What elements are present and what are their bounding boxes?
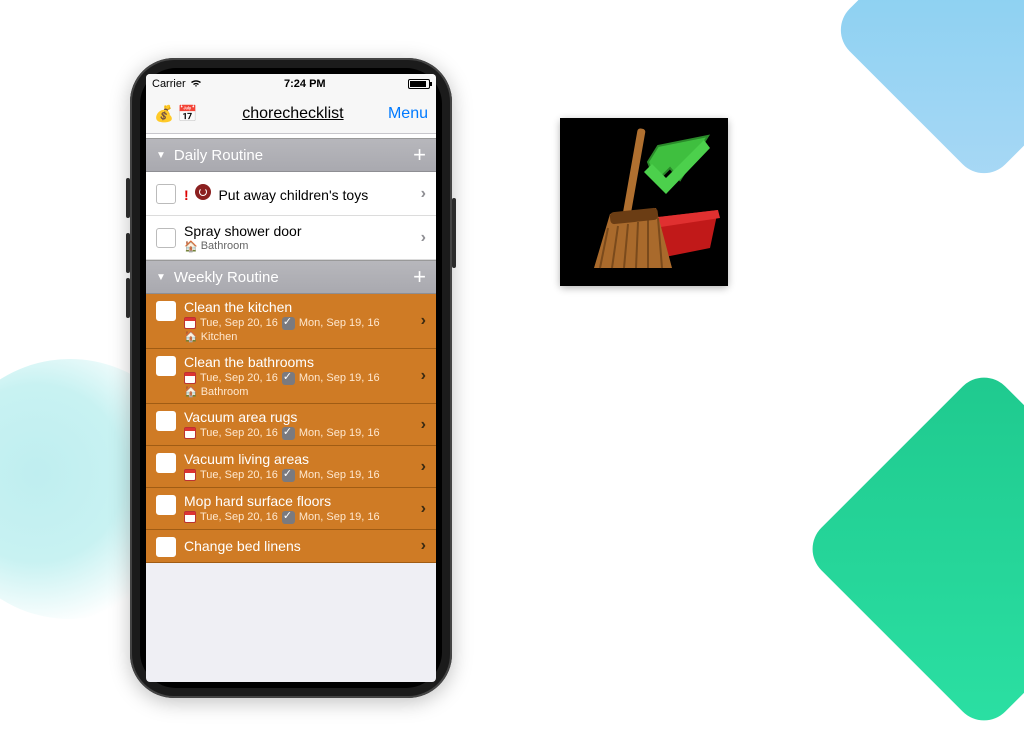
decorative-blob <box>828 0 1024 186</box>
chevron-right-icon: › <box>421 185 426 203</box>
task-title: Clean the kitchen <box>184 299 421 315</box>
task-done-date: Mon, Sep 19, 16 <box>299 371 380 385</box>
task-room: Bathroom <box>201 386 249 398</box>
section-header-daily[interactable]: ▼ Daily Routine + <box>146 138 436 172</box>
section-title: Weekly Routine <box>174 269 279 286</box>
alarm-icon <box>195 184 211 200</box>
chevron-right-icon: › <box>421 458 426 476</box>
room-icon: 🏠 <box>184 240 198 253</box>
app-icon <box>560 118 728 286</box>
task-row[interactable]: ! Put away children's toys › <box>146 172 436 216</box>
collapse-triangle-icon: ▼ <box>156 150 166 161</box>
app-navbar: 💰 📅 chorechecklist Menu <box>146 94 436 134</box>
task-due-date: Tue, Sep 20, 16 <box>200 510 278 524</box>
calendar-icon <box>184 317 196 329</box>
calendar-icon <box>184 469 196 481</box>
app-title[interactable]: chorechecklist <box>198 105 388 123</box>
chevron-right-icon: › <box>421 367 426 385</box>
add-task-button[interactable]: + <box>413 264 426 290</box>
done-check-icon <box>282 469 295 482</box>
task-checkbox[interactable] <box>156 411 176 431</box>
chevron-right-icon: › <box>421 312 426 330</box>
priority-icon: ! <box>184 187 189 203</box>
done-check-icon <box>282 317 295 330</box>
task-checkbox[interactable] <box>156 356 176 376</box>
calendar-icon <box>184 372 196 384</box>
room-icon: 🏠 <box>184 385 198 398</box>
task-title: Clean the bathrooms <box>184 354 421 370</box>
done-check-icon <box>282 427 295 440</box>
chevron-right-icon: › <box>421 229 426 247</box>
task-checkbox[interactable] <box>156 228 176 248</box>
chevron-right-icon: › <box>421 416 426 434</box>
status-bar: Carrier 7:24 PM <box>146 74 436 94</box>
task-row[interactable]: Vacuum living areas Tue, Sep 20, 16 Mon,… <box>146 446 436 488</box>
room-icon: 🏠 <box>184 330 198 343</box>
task-row[interactable]: Spray shower door 🏠 Bathroom › <box>146 216 436 260</box>
task-title: Vacuum area rugs <box>184 409 421 425</box>
task-title: Change bed linens <box>184 538 421 554</box>
task-row[interactable]: Change bed linens › <box>146 530 436 563</box>
task-due-date: Tue, Sep 20, 16 <box>200 371 278 385</box>
task-checkbox[interactable] <box>156 495 176 515</box>
task-due-date: Tue, Sep 20, 16 <box>200 316 278 330</box>
task-checkbox[interactable] <box>156 453 176 473</box>
add-task-button[interactable]: + <box>413 142 426 168</box>
calendar-icon <box>184 427 196 439</box>
task-room: Kitchen <box>201 331 238 343</box>
battery-icon <box>408 79 430 89</box>
money-bag-icon[interactable]: 💰 <box>154 104 174 124</box>
task-checkbox[interactable] <box>156 301 176 321</box>
task-done-date: Mon, Sep 19, 16 <box>299 468 380 482</box>
collapse-triangle-icon: ▼ <box>156 272 166 283</box>
task-row[interactable]: Clean the bathrooms Tue, Sep 20, 16 Mon,… <box>146 349 436 404</box>
calendar-icon[interactable]: 📅 <box>178 104 198 124</box>
decorative-blob <box>800 365 1024 733</box>
wifi-icon <box>190 78 202 91</box>
task-done-date: Mon, Sep 19, 16 <box>299 316 380 330</box>
carrier-label: Carrier <box>152 78 186 90</box>
task-due-date: Tue, Sep 20, 16 <box>200 426 278 440</box>
task-checkbox[interactable] <box>156 184 176 204</box>
task-row[interactable]: Clean the kitchen Tue, Sep 20, 16 Mon, S… <box>146 294 436 349</box>
calendar-icon <box>184 511 196 523</box>
chevron-right-icon: › <box>421 500 426 518</box>
task-room: Bathroom <box>201 240 249 252</box>
menu-button[interactable]: Menu <box>388 105 428 123</box>
task-done-date: Mon, Sep 19, 16 <box>299 510 380 524</box>
task-due-date: Tue, Sep 20, 16 <box>200 468 278 482</box>
status-clock: 7:24 PM <box>202 78 408 90</box>
task-title: Spray shower door <box>184 223 415 239</box>
task-row[interactable]: Mop hard surface floors Tue, Sep 20, 16 … <box>146 488 436 530</box>
done-check-icon <box>282 372 295 385</box>
chevron-right-icon: › <box>421 537 426 555</box>
task-checkbox[interactable] <box>156 537 176 557</box>
section-title: Daily Routine <box>174 147 263 164</box>
task-done-date: Mon, Sep 19, 16 <box>299 426 380 440</box>
phone-frame: Carrier 7:24 PM 💰 📅 chorechecklist Menu … <box>130 58 452 698</box>
task-title: Vacuum living areas <box>184 451 421 467</box>
task-title: Put away children's toys <box>218 187 368 203</box>
task-row[interactable]: Vacuum area rugs Tue, Sep 20, 16 Mon, Se… <box>146 404 436 446</box>
done-check-icon <box>282 511 295 524</box>
section-header-weekly[interactable]: ▼ Weekly Routine + <box>146 260 436 294</box>
task-title: Mop hard surface floors <box>184 493 421 509</box>
phone-screen: Carrier 7:24 PM 💰 📅 chorechecklist Menu … <box>146 74 436 682</box>
